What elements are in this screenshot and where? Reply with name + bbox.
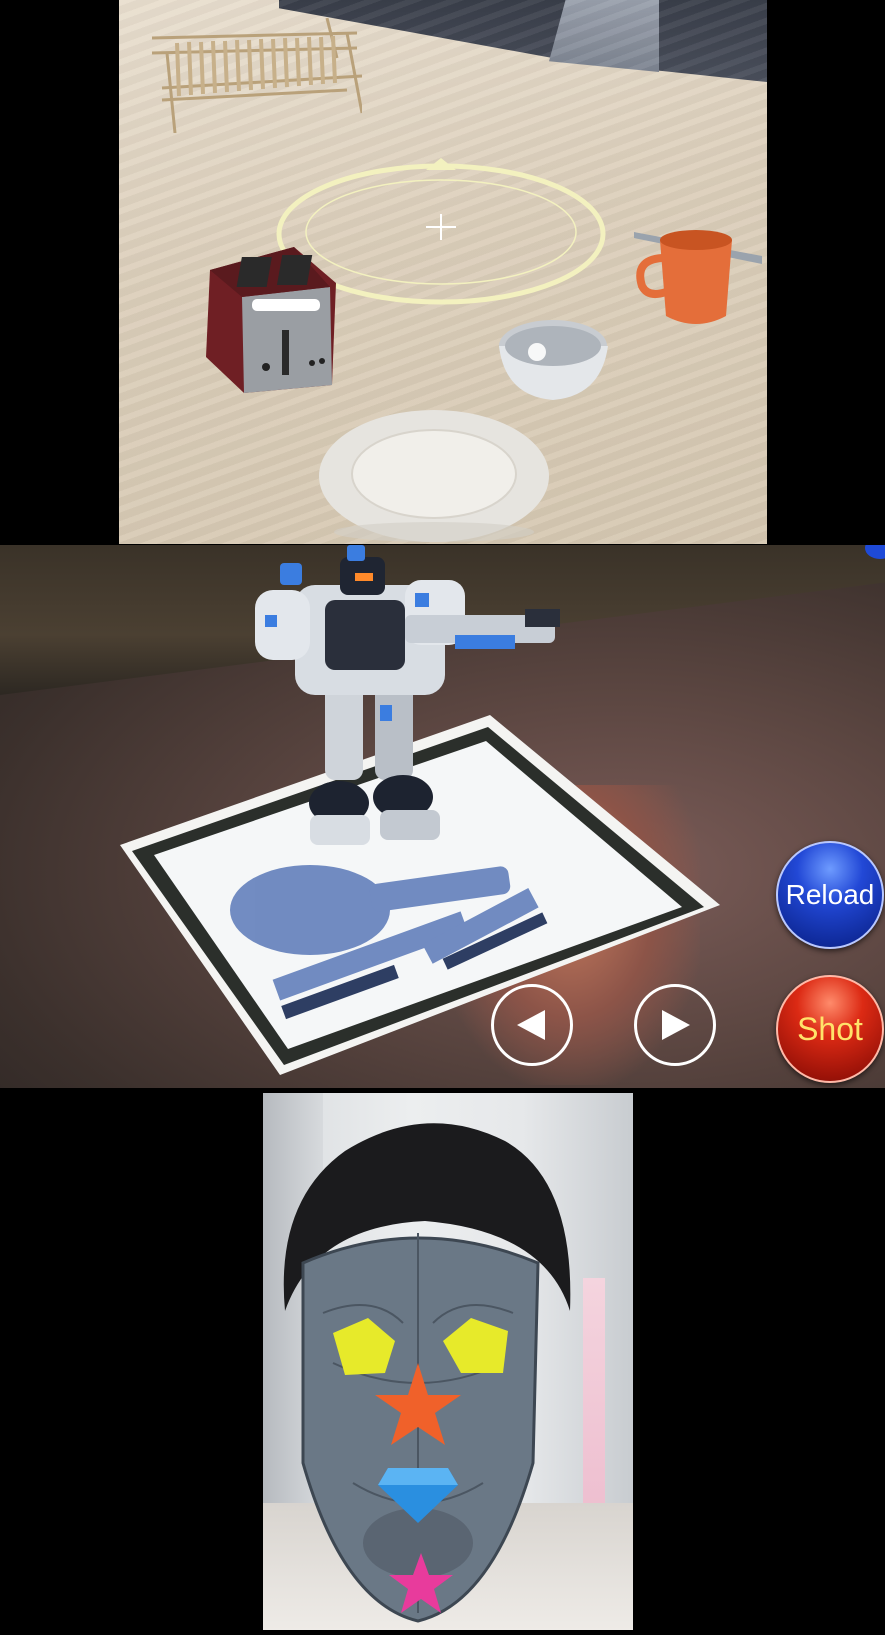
robot-face-mask xyxy=(301,1233,540,1623)
robot-3d-model[interactable] xyxy=(255,545,585,885)
mug-model[interactable] xyxy=(634,228,764,333)
previous-button[interactable] xyxy=(491,984,573,1066)
shot-button-label: Shot xyxy=(797,1010,863,1047)
dish-rack-model xyxy=(151,18,362,133)
ar-marker-view[interactable]: Reload Shot xyxy=(0,545,885,1088)
reload-button-label: Reload xyxy=(785,879,875,910)
reload-button[interactable]: Reload xyxy=(776,841,884,949)
pink-ribbon-tag xyxy=(583,1278,605,1508)
shot-button[interactable]: Shot xyxy=(776,975,884,1083)
ar-face-view[interactable] xyxy=(263,1093,633,1630)
left-triangle-icon xyxy=(517,1010,545,1040)
ar-table-view[interactable] xyxy=(119,0,767,544)
toaster-model[interactable] xyxy=(204,245,339,393)
plate-model[interactable] xyxy=(317,404,552,544)
right-triangle-icon xyxy=(662,1010,690,1040)
next-button[interactable] xyxy=(634,984,716,1066)
bowl-model[interactable] xyxy=(497,316,610,402)
